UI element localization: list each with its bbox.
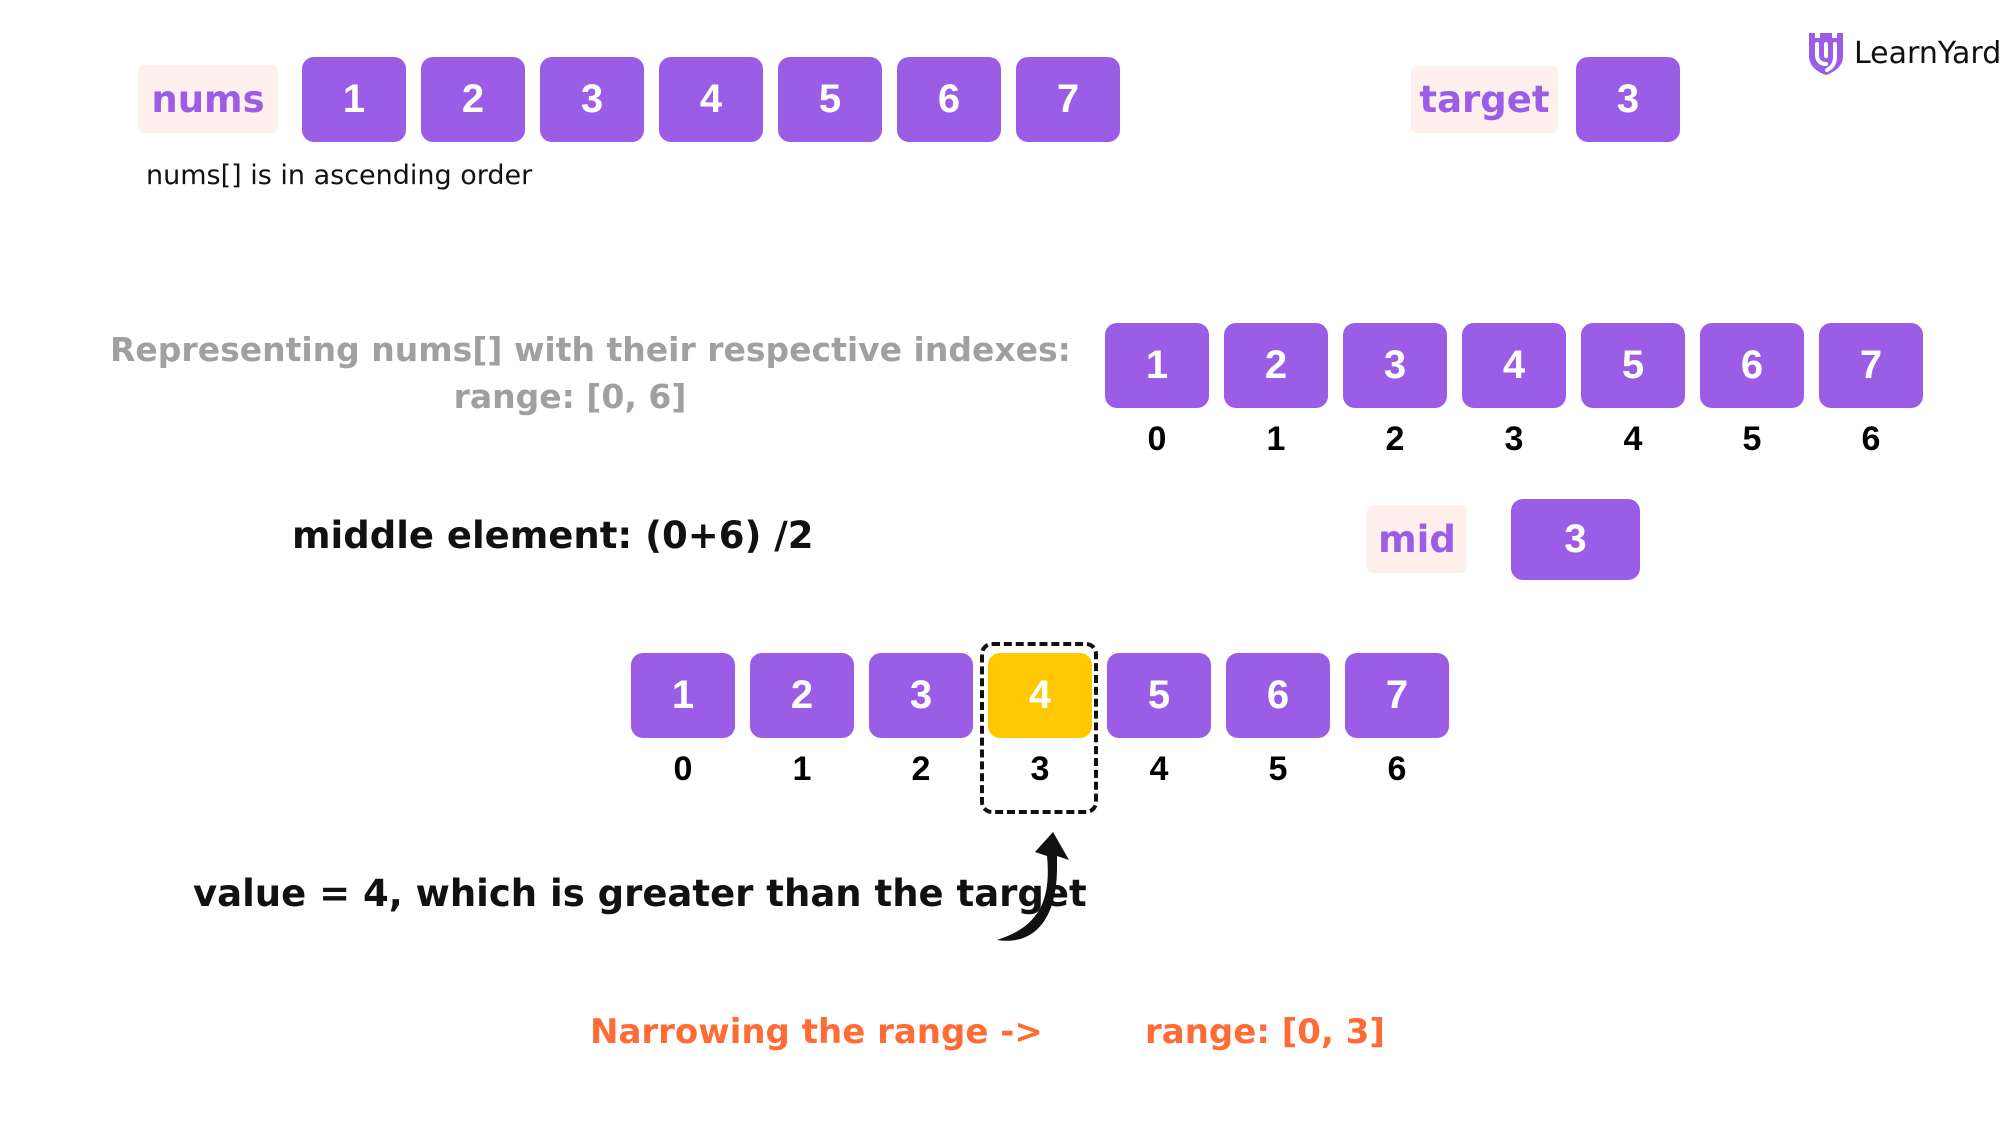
array-index: 6 (1861, 420, 1881, 458)
array-index: 5 (1268, 750, 1288, 788)
indexed-caption-range: range: [0, 6] (453, 377, 687, 416)
shield-y-icon (1809, 33, 1843, 75)
array-cell: 6 (897, 57, 1001, 142)
array-cell: 5 (1581, 323, 1685, 408)
array-cell: 5 (1107, 653, 1211, 738)
array-cell: 1 (1105, 323, 1209, 408)
array-cell: 6 (1700, 323, 1804, 408)
ascending-note: nums[] is in ascending order (146, 160, 533, 191)
array-cell: 3 (1343, 323, 1447, 408)
target-value: 3 (1576, 57, 1680, 142)
mid-highlight-dashed-box (980, 642, 1098, 814)
array-cell: 5 (778, 57, 882, 142)
array-index: 1 (792, 750, 812, 788)
array-cell: 1 (302, 57, 406, 142)
array-cell: 6 (1226, 653, 1330, 738)
array-cell: 2 (421, 57, 525, 142)
indexed-caption-line1: Representing nums[] with their respectiv… (110, 330, 1071, 369)
array-index: 6 (1387, 750, 1407, 788)
array-index: 5 (1742, 420, 1762, 458)
comparison-text: value = 4, which is greater than the tar… (193, 872, 1087, 915)
array-index: 4 (1149, 750, 1169, 788)
array-index: 0 (1147, 420, 1167, 458)
array-cell: 7 (1016, 57, 1120, 142)
brand-name: LearnYard (1854, 35, 2000, 71)
array-cell: 2 (750, 653, 854, 738)
array-cell: 3 (869, 653, 973, 738)
array-cell: 7 (1819, 323, 1923, 408)
array-cell: 7 (1345, 653, 1449, 738)
learnyard-logo: LearnYard (1806, 30, 2000, 76)
array-cell: 4 (659, 57, 763, 142)
indexed-caption: Representing nums[] with their respectiv… (110, 330, 1071, 416)
array-index: 1 (1266, 420, 1286, 458)
array-cell: 3 (540, 57, 644, 142)
mid-value: 3 (1511, 499, 1640, 580)
array-index: 4 (1623, 420, 1643, 458)
target-label: target (1411, 66, 1558, 133)
array-cell: 1 (631, 653, 735, 738)
nums-label: nums (138, 65, 278, 133)
mid-label: mid (1367, 505, 1467, 573)
new-range: range: [0, 3] (1145, 1012, 1385, 1052)
narrowing-label: Narrowing the range -> (590, 1012, 1043, 1052)
array-cell: 4 (1462, 323, 1566, 408)
middle-formula: middle element: (0+6) /2 (292, 514, 814, 557)
array-index: 2 (1385, 420, 1405, 458)
array-index: 3 (1504, 420, 1524, 458)
array-index: 2 (911, 750, 931, 788)
array-cell: 2 (1224, 323, 1328, 408)
array-index: 0 (673, 750, 693, 788)
